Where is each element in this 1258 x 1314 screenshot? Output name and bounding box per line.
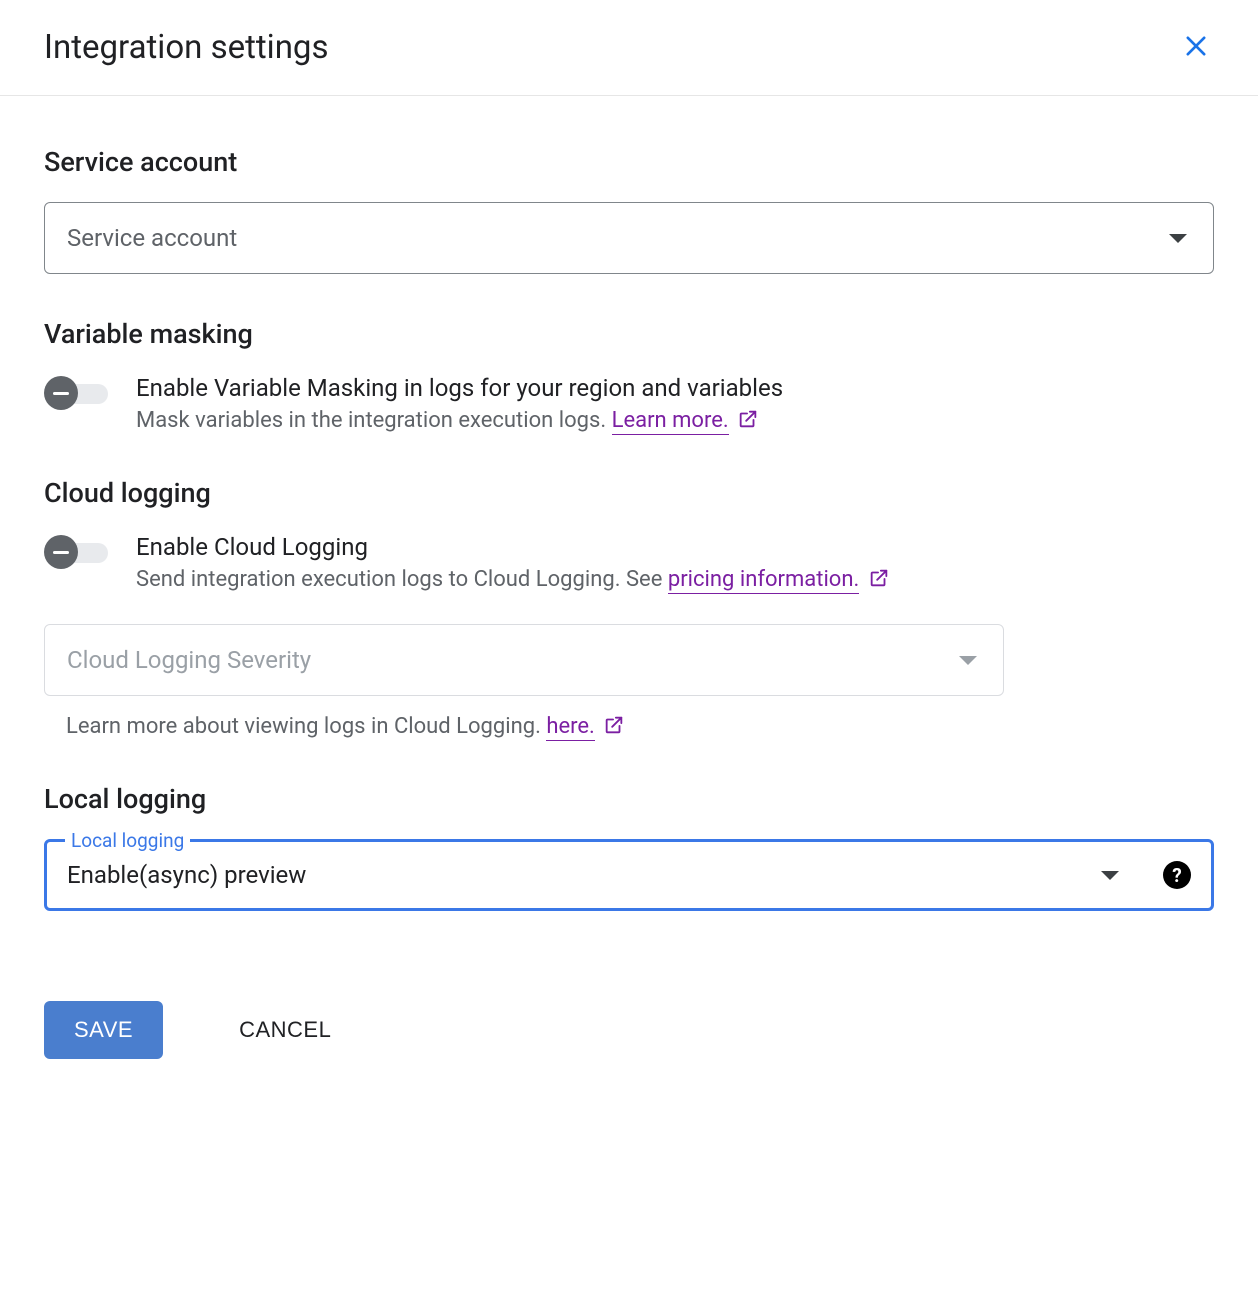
help-icon[interactable]: ?	[1163, 861, 1191, 889]
variable-masking-label: Enable Variable Masking in logs for your…	[136, 374, 783, 402]
pricing-info-link[interactable]: pricing information.	[668, 567, 859, 594]
cloud-logging-severity-placeholder: Cloud Logging Severity	[67, 646, 311, 674]
chevron-down-icon	[1169, 234, 1187, 243]
variable-masking-toggle-row: Enable Variable Masking in logs for your…	[44, 374, 1214, 433]
variable-masking-text: Enable Variable Masking in logs for your…	[136, 374, 783, 433]
variable-masking-toggle[interactable]	[44, 376, 116, 410]
service-account-dropdown[interactable]: Service account	[44, 202, 1214, 274]
local-logging-float-label: Local logging	[65, 829, 190, 852]
local-logging-value: Enable(async) preview	[67, 861, 1101, 889]
cloud-logging-desc-text: Send integration execution logs to Cloud…	[136, 567, 668, 592]
cloud-logging-help: Learn more about viewing logs in Cloud L…	[44, 714, 1214, 739]
variable-masking-learn-more-link[interactable]: Learn more.	[612, 408, 729, 435]
cloud-logging-label: Enable Cloud Logging	[136, 533, 890, 561]
local-logging-heading: Local logging	[44, 783, 1214, 815]
section-cloud-logging: Cloud logging Enable Cloud Logging Send …	[44, 477, 1214, 739]
cloud-logging-toggle[interactable]	[44, 535, 116, 569]
external-link-icon	[737, 408, 759, 430]
cloud-logging-toggle-row: Enable Cloud Logging Send integration ex…	[44, 533, 1214, 592]
external-link-icon	[868, 567, 890, 589]
external-link-icon	[603, 714, 625, 736]
chevron-down-icon	[959, 656, 977, 665]
variable-masking-heading: Variable masking	[44, 318, 1214, 350]
minus-icon	[53, 392, 69, 395]
close-icon	[1182, 32, 1210, 64]
toggle-thumb	[44, 376, 78, 410]
page-title: Integration settings	[44, 28, 329, 67]
toggle-thumb	[44, 535, 78, 569]
variable-masking-desc: Mask variables in the integration execut…	[136, 408, 783, 433]
cloud-logging-severity-dropdown[interactable]: Cloud Logging Severity	[44, 624, 1004, 696]
save-button[interactable]: SAVE	[44, 1001, 163, 1059]
cloud-logging-help-text: Learn more about viewing logs in Cloud L…	[66, 714, 546, 739]
service-account-heading: Service account	[44, 146, 1214, 178]
minus-icon	[53, 551, 69, 554]
local-logging-dropdown[interactable]: Local logging Enable(async) preview ?	[44, 839, 1214, 911]
dialog-content: Service account Service account Variable…	[0, 96, 1258, 1099]
cloud-logging-heading: Cloud logging	[44, 477, 1214, 509]
chevron-down-icon	[1101, 871, 1119, 880]
section-service-account: Service account Service account	[44, 146, 1214, 274]
cloud-logging-text: Enable Cloud Logging Send integration ex…	[136, 533, 890, 592]
section-local-logging: Local logging Local logging Enable(async…	[44, 783, 1214, 911]
cancel-button[interactable]: CANCEL	[209, 1001, 361, 1059]
variable-masking-desc-text: Mask variables in the integration execut…	[136, 408, 612, 433]
close-button[interactable]	[1178, 30, 1214, 66]
section-variable-masking: Variable masking Enable Variable Masking…	[44, 318, 1214, 433]
cloud-logging-desc: Send integration execution logs to Cloud…	[136, 567, 890, 592]
service-account-placeholder: Service account	[67, 224, 237, 252]
dialog-header: Integration settings	[0, 0, 1258, 96]
here-link[interactable]: here.	[546, 714, 595, 741]
dialog-footer: SAVE CANCEL	[44, 1001, 1214, 1059]
